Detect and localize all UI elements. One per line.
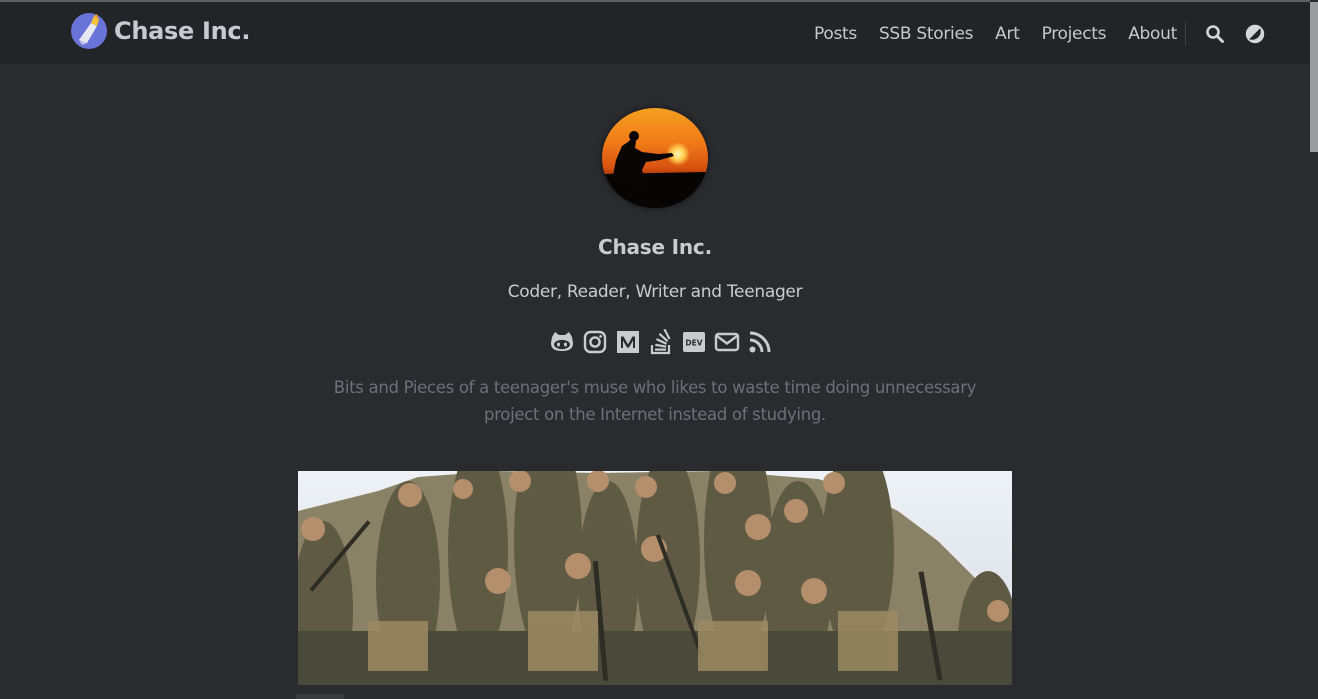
instagram-link[interactable] bbox=[582, 329, 608, 355]
content-edge bbox=[296, 694, 344, 699]
search-icon bbox=[1206, 25, 1224, 43]
featured-post-image[interactable] bbox=[298, 471, 1012, 685]
nav-divider bbox=[1185, 22, 1186, 46]
nav-item-ssb-stories[interactable]: SSB Stories bbox=[879, 24, 974, 44]
stackoverflow-icon bbox=[650, 329, 671, 355]
nav-item-projects[interactable]: Projects bbox=[1042, 24, 1107, 44]
avatar-sunset-image bbox=[602, 108, 708, 208]
site-header: Chase Inc. Posts SSB Stories Art Project… bbox=[0, 2, 1310, 64]
profile-description: Bits and Pieces of a teenager's muse who… bbox=[333, 378, 977, 424]
profile-name: Chase Inc. bbox=[598, 235, 712, 259]
main-nav: Posts SSB Stories Art Projects About bbox=[803, 22, 1188, 46]
email-link[interactable] bbox=[714, 329, 740, 355]
brand-link[interactable]: Chase Inc. bbox=[70, 11, 250, 51]
github-link[interactable] bbox=[549, 329, 575, 355]
nav-item-posts[interactable]: Posts bbox=[814, 24, 857, 44]
nav-item-art[interactable]: Art bbox=[995, 24, 1020, 44]
theme-toggle-button[interactable] bbox=[1245, 24, 1265, 44]
github-icon bbox=[551, 332, 573, 351]
medium-link[interactable] bbox=[615, 329, 641, 355]
svg-text:DEV: DEV bbox=[685, 339, 702, 348]
brand-name: Chase Inc. bbox=[114, 17, 251, 45]
profile-subtitle: Coder, Reader, Writer and Teenager bbox=[507, 282, 803, 302]
dev-icon: DEV bbox=[683, 332, 705, 352]
rss-link[interactable] bbox=[747, 329, 773, 355]
avatar bbox=[602, 108, 708, 208]
theme-toggle-icon bbox=[1245, 24, 1265, 44]
dev-link[interactable]: DEV bbox=[681, 329, 707, 355]
email-icon bbox=[714, 332, 740, 352]
soldiers-group-photo bbox=[298, 471, 1012, 685]
rss-icon bbox=[749, 331, 771, 353]
search-button[interactable] bbox=[1205, 24, 1225, 44]
social-links: DEV bbox=[549, 329, 780, 355]
instagram-icon bbox=[583, 330, 607, 354]
scrollbar-thumb[interactable] bbox=[1310, 2, 1318, 152]
brand-logo-icon bbox=[71, 13, 107, 49]
stackoverflow-link[interactable] bbox=[648, 329, 674, 355]
medium-icon bbox=[617, 331, 639, 353]
nav-item-about[interactable]: About bbox=[1128, 24, 1177, 44]
